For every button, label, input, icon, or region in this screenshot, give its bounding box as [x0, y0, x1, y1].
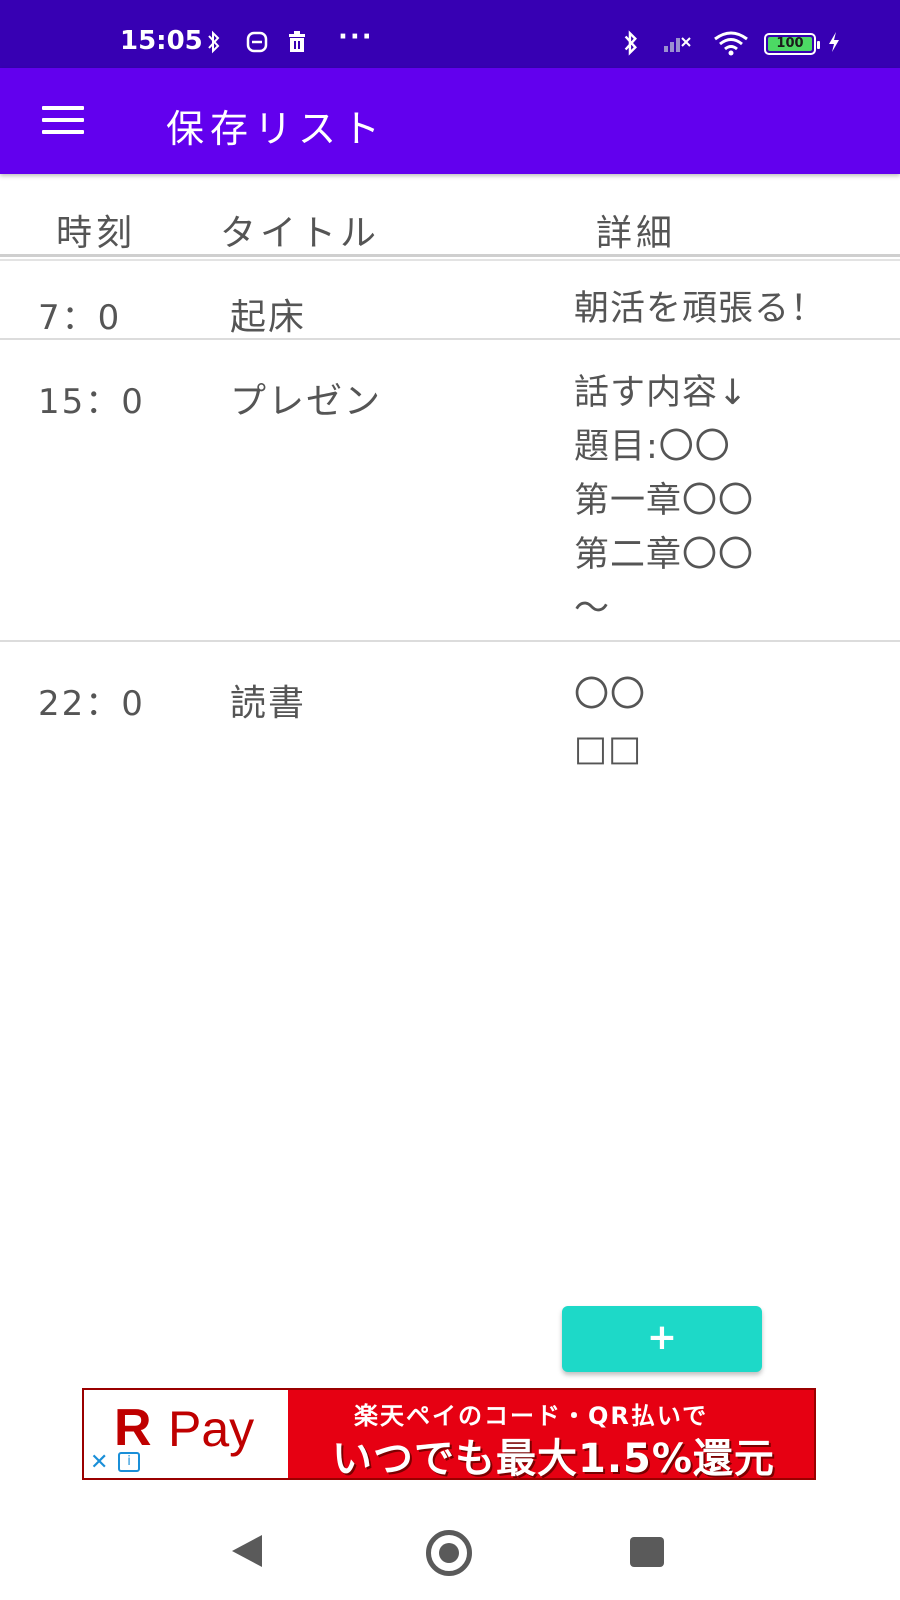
battery-level: 100 — [768, 37, 812, 51]
ad-banner[interactable]: R Pay 楽天ペイのコード・QR払いで いつでも最大1.5%還元 ✕ i — [82, 1388, 816, 1480]
header-divider — [0, 254, 900, 261]
more-notifications-icon: ··· — [338, 22, 374, 52]
list-item[interactable]: 7：0 起床 朝活を頑張る！ — [0, 282, 900, 338]
status-time: 15:05 — [120, 26, 203, 56]
add-button[interactable]: + — [562, 1306, 762, 1372]
row-detail: 朝活を頑張る！ — [574, 289, 827, 329]
column-header-detail: 詳細 — [596, 213, 677, 254]
signal-off-icon — [662, 30, 692, 54]
ad-close-icon[interactable]: ✕ — [90, 1450, 108, 1475]
row-time: 7：0 — [38, 298, 122, 338]
ad-logo-r: R — [114, 1399, 152, 1457]
app-bar: 保存リスト — [0, 68, 900, 174]
trash-icon — [286, 30, 308, 54]
page-title: 保存リスト — [166, 107, 387, 151]
status-bar: 15:05 ··· 100 — [0, 0, 900, 68]
row-time: 15：0 — [38, 382, 145, 422]
battery-icon: 100 — [764, 33, 820, 55]
ad-logo: R Pay — [84, 1390, 288, 1478]
ad-logo-pay: Pay — [168, 1401, 255, 1457]
app-notification-icon — [246, 30, 268, 54]
row-title: 起床 — [230, 297, 307, 338]
row-detail: 〇〇 □□ — [574, 675, 647, 769]
charging-icon — [826, 30, 842, 54]
ad-info-icon[interactable]: i — [118, 1452, 140, 1472]
column-header-title: タイトル — [220, 213, 381, 254]
row-title: 読書 — [230, 683, 307, 724]
list-item[interactable]: 22：0 読書 〇〇 □□ — [0, 642, 900, 782]
hamburger-menu-icon[interactable] — [38, 104, 88, 140]
column-header-time: 時刻 — [56, 213, 137, 254]
bluetooth-icon — [622, 30, 640, 56]
recent-apps-icon[interactable] — [630, 1537, 664, 1567]
ad-subheadline: いつでも最大1.5%還元 — [332, 1436, 775, 1480]
home-icon[interactable] — [426, 1530, 472, 1576]
back-icon[interactable] — [232, 1535, 262, 1567]
navigation-bar — [0, 1500, 900, 1600]
wifi-icon — [712, 30, 750, 56]
row-detail: 話す内容↓ 題目:〇〇 第一章〇〇 第二章〇〇 ～ — [574, 373, 755, 629]
row-title: プレゼン — [230, 381, 383, 422]
bluetooth-icon — [206, 30, 222, 54]
row-time: 22：0 — [38, 684, 145, 724]
list-item[interactable]: 15：0 プレゼン 話す内容↓ 題目:〇〇 第一章〇〇 第二章〇〇 ～ — [0, 340, 900, 640]
